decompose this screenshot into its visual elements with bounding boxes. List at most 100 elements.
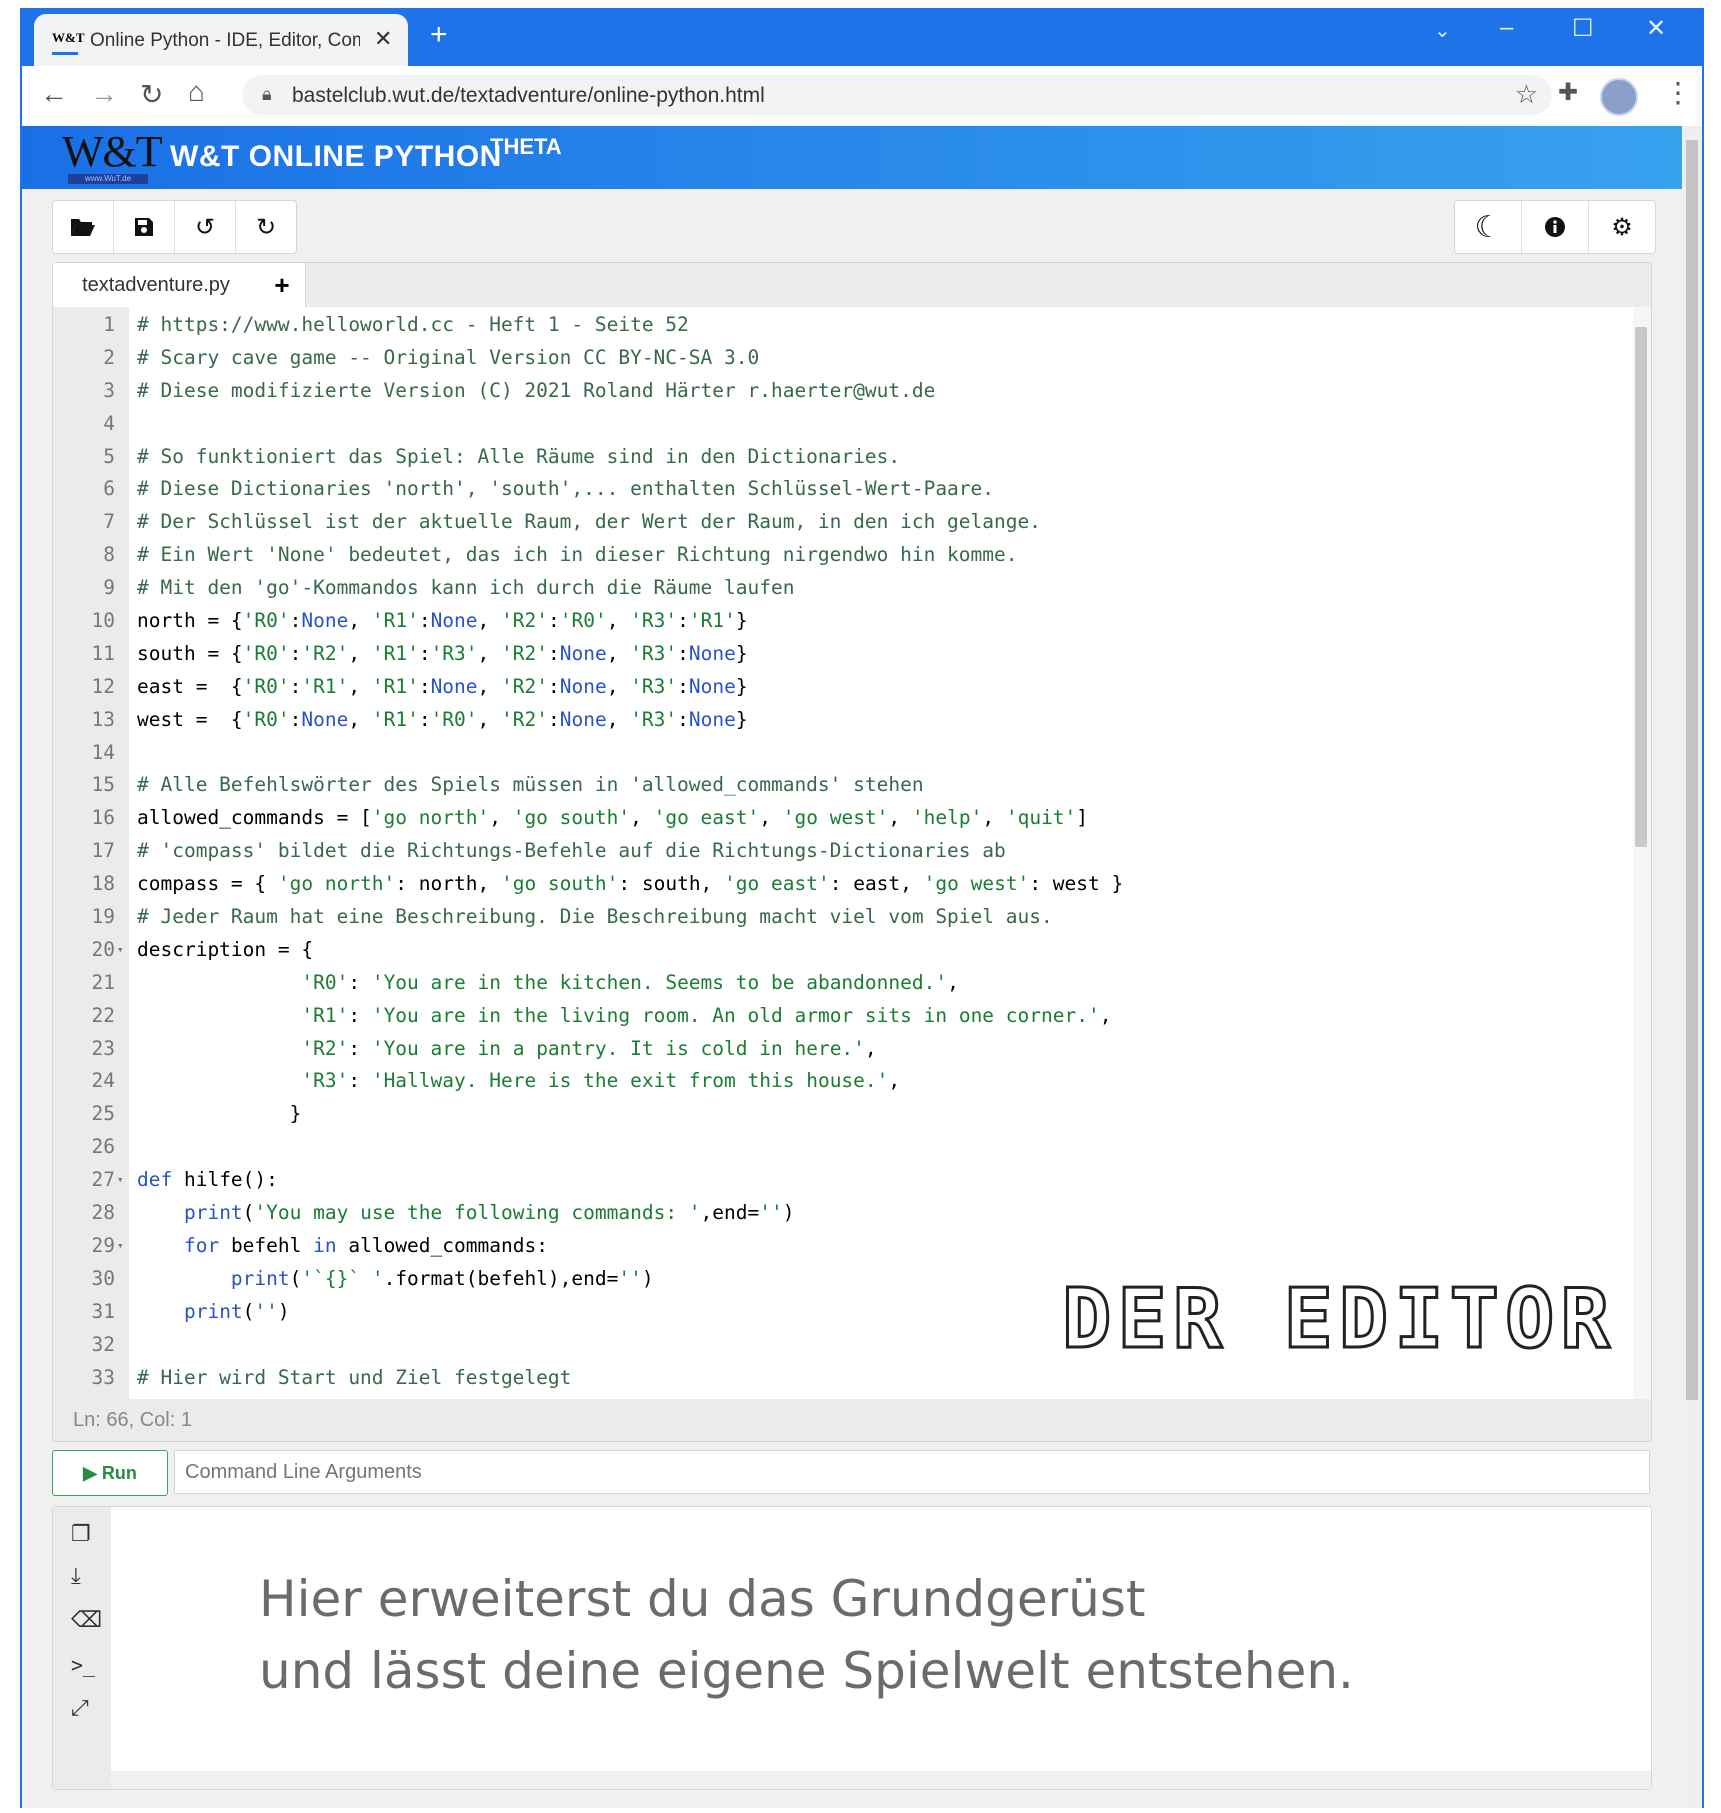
home-icon[interactable]: ⌂ [188, 76, 205, 108]
tab-title: Online Python - IDE, Editor, Com [90, 30, 360, 51]
code-token: : [289, 641, 302, 665]
code-text: 'R3': 'Hallway. Here is the exit from th… [137, 1065, 900, 1098]
code-line[interactable]: 16 allowed_commands = ['go north', 'go so… [53, 802, 1613, 835]
code-token: .format(befehl),end= [383, 1266, 619, 1290]
code-token: , [888, 806, 912, 830]
code-line[interactable]: 9 # Mit den 'go'-Kommandos kann ich durch… [53, 572, 1613, 605]
info-button[interactable] [1522, 201, 1589, 253]
line-number: 31 [91, 1299, 115, 1323]
code-line[interactable]: 18 compass = { 'go north': north, 'go sou… [53, 868, 1613, 901]
code-line[interactable]: 25 } [53, 1098, 1613, 1131]
url-field[interactable]: 🔒︎ bastelclub.wut.de/textadventure/onlin… [242, 75, 1552, 115]
fold-toggle-icon[interactable]: ▾ [117, 934, 124, 967]
code-token: 'Hallway. Here is the exit from this hou… [371, 1069, 889, 1093]
code-line[interactable]: 28 print('You may use the following comm… [53, 1197, 1613, 1230]
code-line[interactable]: 27 ▾ def hilfe(): [53, 1164, 1613, 1197]
settings-button[interactable]: ⚙ [1589, 201, 1655, 253]
code-token: None [559, 674, 607, 698]
eraser-icon[interactable]: ⌫ [71, 1607, 102, 1633]
maximize-button[interactable]: ☐ [1572, 14, 1594, 43]
code-line[interactable]: 8 # Ein Wert 'None' bedeutet, das ich in … [53, 539, 1613, 572]
code-line[interactable]: 22 'R1': 'You are in the living room. An… [53, 1000, 1613, 1033]
fold-toggle-icon[interactable]: ▾ [117, 1230, 124, 1263]
code-line[interactable]: 13 west = {'R0':None, 'R1':'R0', 'R2':Non… [53, 704, 1613, 737]
page-scrollbar[interactable] [1682, 126, 1702, 1808]
code-line[interactable]: 17 # 'compass' bildet die Richtungs-Befeh… [53, 835, 1613, 868]
undo-button[interactable]: ↺ [175, 201, 236, 253]
forward-icon[interactable]: → [90, 78, 118, 110]
download-icon[interactable]: ⤓ [71, 1563, 81, 1589]
console-horizontal-scrollbar[interactable] [111, 1771, 1651, 1789]
code-line[interactable]: 12 east = {'R0':'R1', 'R1':None, 'R2':Non… [53, 671, 1613, 704]
line-number: 9 [103, 576, 115, 600]
avatar[interactable] [1600, 78, 1638, 116]
code-token: : [547, 707, 560, 731]
view-toolbar: ☾ ⚙ [1454, 200, 1656, 254]
code-token: , [348, 707, 372, 731]
code-line[interactable]: 10 north = {'R0':None, 'R1':None, 'R2':'R… [53, 605, 1613, 638]
add-file-button[interactable]: + [259, 263, 306, 307]
code-line[interactable]: 23 'R2': 'You are in a pantry. It is col… [53, 1033, 1613, 1066]
code-line[interactable]: 5 # So funktioniert das Spiel: Alle Räume… [53, 441, 1613, 474]
back-icon[interactable]: ← [40, 78, 68, 110]
code-line[interactable]: 3 # Diese modifizierte Version (C) 2021 R… [53, 375, 1613, 408]
new-tab-button[interactable]: + [430, 18, 448, 52]
open-folder-button[interactable] [53, 201, 114, 253]
console-line-2: und lässt deine eigene Spielwelt entsteh… [259, 1642, 1354, 1700]
code-line[interactable]: 6 # Diese Dictionaries 'north', 'south',.… [53, 473, 1613, 506]
code-text: compass = { 'go north': north, 'go south… [137, 868, 1123, 901]
bookmark-star-icon[interactable]: ☆ [1515, 79, 1538, 110]
code-token: , [947, 970, 959, 994]
code-line[interactable]: 19 # Jeder Raum hat eine Beschreibung. Di… [53, 901, 1613, 934]
code-token: # Alle Befehlswörter des Spiels müssen i… [137, 773, 924, 797]
expand-icon[interactable]: ⤢ [71, 1695, 89, 1721]
reload-icon[interactable]: ↻ [140, 78, 163, 111]
favicon-icon: W&T [52, 28, 85, 55]
code-token: print [183, 1299, 243, 1323]
code-line[interactable]: 2 # Scary cave game -- Original Version C… [53, 342, 1613, 375]
extensions-icon[interactable]: ✚ [1558, 78, 1578, 107]
line-number: 15 [91, 773, 115, 797]
close-tab-icon[interactable]: ✕ [374, 26, 392, 52]
code-line[interactable]: 15 # Alle Befehlswörter des Spiels müssen… [53, 769, 1613, 802]
code-line[interactable]: 21 'R0': 'You are in the kitchen. Seems … [53, 967, 1613, 1000]
code-line[interactable]: 20 ▾ description = { [53, 934, 1613, 967]
run-button[interactable]: ▶ Run [52, 1450, 168, 1496]
code-line[interactable]: 24 'R3': 'Hallway. Here is the exit from… [53, 1065, 1613, 1098]
copy-icon[interactable]: ❐ [71, 1521, 91, 1547]
code-line[interactable]: 29 ▾ for befehl in allowed_commands: [53, 1230, 1613, 1263]
save-button[interactable] [114, 201, 175, 253]
scroll-thumb[interactable] [1635, 327, 1647, 847]
code-token: : north, [395, 872, 501, 896]
code-line[interactable]: 1 # https://www.helloworld.cc - Heft 1 - … [53, 309, 1613, 342]
fold-toggle-icon[interactable]: ▾ [117, 1164, 124, 1197]
page-scroll-thumb[interactable] [1686, 140, 1698, 1400]
terminal-icon[interactable]: >_ [71, 1653, 95, 1677]
dark-mode-button[interactable]: ☾ [1455, 201, 1522, 253]
minimize-button[interactable]: – [1500, 14, 1513, 42]
browser-tab[interactable]: W&T Online Python - IDE, Editor, Com ✕ [34, 14, 408, 66]
code-token: 'go north' [371, 806, 490, 830]
code-line[interactable]: 26 [53, 1131, 1613, 1164]
code-line[interactable]: 14 [53, 737, 1613, 770]
editor-scrollbar[interactable] [1633, 307, 1651, 1399]
code-area[interactable]: 1 # https://www.helloworld.cc - Heft 1 - … [53, 307, 1651, 1399]
code-text: # Scary cave game -- Original Version CC… [137, 342, 759, 375]
line-number: 33 [91, 1365, 115, 1389]
code-token: : [677, 609, 689, 633]
command-line-arguments-input[interactable] [174, 1450, 1650, 1494]
code-token: 'You are in the kitchen. Seems to be aba… [371, 970, 948, 994]
code-text: # Alle Befehlswörter des Spiels müssen i… [137, 769, 924, 802]
redo-button[interactable]: ↻ [236, 201, 296, 253]
menu-kebab-icon[interactable]: ⋮ [1664, 76, 1692, 109]
code-line[interactable]: 11 south = {'R0':'R2', 'R1':'R3', 'R2':No… [53, 638, 1613, 671]
tab-search-icon[interactable]: ⌄ [1434, 18, 1451, 43]
code-line[interactable]: 7 # Der Schlüssel ist der aktuelle Raum, … [53, 506, 1613, 539]
file-tab[interactable]: textadventure.py [53, 263, 260, 307]
window-close-button[interactable]: ✕ [1646, 14, 1666, 43]
code-text: # Der Schlüssel ist der aktuelle Raum, d… [137, 506, 1041, 539]
code-line[interactable]: 4 [53, 408, 1613, 441]
code-token: : south, [618, 872, 725, 896]
